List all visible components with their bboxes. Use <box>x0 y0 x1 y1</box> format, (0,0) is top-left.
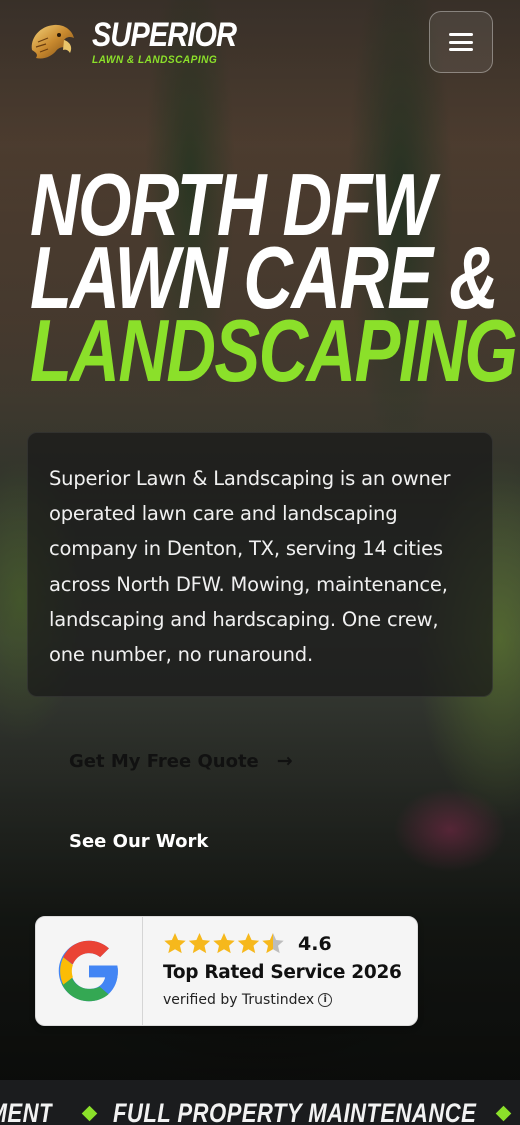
brand-tagline: LAWN & LANDSCAPING <box>92 54 218 66</box>
verified-by-text: verified by Trustindex <box>163 992 315 1008</box>
hero-description-card: Superior Lawn & Landscaping is an owner … <box>27 432 493 697</box>
star-rating <box>163 932 286 956</box>
rating-row: 4.6 <box>163 932 332 956</box>
google-g-icon <box>36 917 143 1025</box>
brand-name: SUPERIOR <box>92 16 237 54</box>
hero-description: Superior Lawn & Landscaping is an owner … <box>49 467 451 667</box>
brand-logo[interactable]: SUPERIOR LAWN & LANDSCAPING <box>92 18 262 66</box>
diamond-separator-icon <box>81 1105 98 1122</box>
get-free-quote-button[interactable]: Get My Free Quote → <box>27 730 321 792</box>
see-our-work-label: See Our Work <box>69 830 209 852</box>
diamond-separator-icon <box>495 1105 512 1122</box>
marquee-item: TMENT <box>0 1098 53 1125</box>
hamburger-menu-icon <box>449 33 473 51</box>
get-free-quote-label: Get My Free Quote <box>69 750 259 772</box>
eagle-head-icon[interactable] <box>26 20 76 64</box>
info-icon[interactable]: i <box>318 993 333 1007</box>
review-title: Top Rated Service 2026 <box>163 962 402 983</box>
services-marquee: TMENT FULL PROPERTY MAINTENANCE <box>0 1080 520 1125</box>
hero-title: NORTH DFW LAWN CARE & LANDSCAPING <box>30 161 518 400</box>
hero-title-line-3: LANDSCAPING <box>30 301 518 400</box>
arrow-right-icon: → <box>276 750 293 772</box>
marquee-item: FULL PROPERTY MAINTENANCE <box>113 1098 477 1125</box>
rating-value: 4.6 <box>298 933 332 955</box>
review-badge[interactable]: 4.6 Top Rated Service 2026 verified by T… <box>35 916 418 1026</box>
see-our-work-button[interactable]: See Our Work <box>27 810 242 872</box>
verified-by: verified by Trustindex i <box>163 992 333 1008</box>
menu-button[interactable] <box>429 11 493 73</box>
